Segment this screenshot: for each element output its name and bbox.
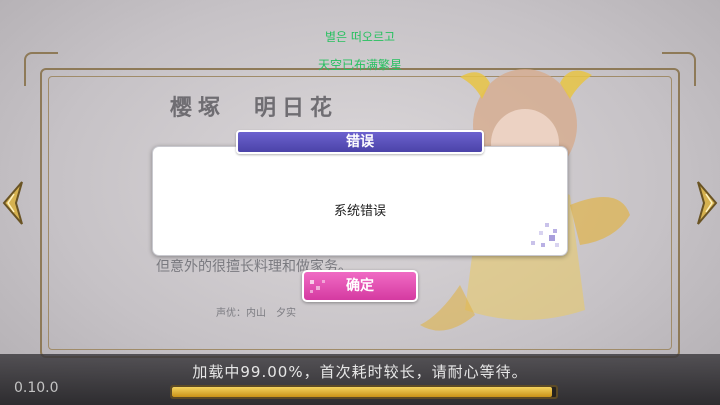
ornament-right-arrow-icon[interactable] xyxy=(692,178,720,228)
confirm-button-label: 确定 xyxy=(346,278,374,294)
character-name: 樱塚 明日花 xyxy=(170,95,339,121)
pixel-sparkle-icon xyxy=(310,280,325,293)
voice-actor-label: 声优：内山 夕实 xyxy=(216,308,296,319)
header-korean-text: 별은 떠오르고 xyxy=(324,30,396,44)
confirm-button[interactable]: 确定 xyxy=(302,270,418,302)
dialog-message: 系统错误 xyxy=(333,204,386,219)
loading-progress-track xyxy=(170,385,558,399)
loading-progress-fill xyxy=(172,387,553,397)
dialog-title: 错误 xyxy=(236,130,484,154)
version-label: 0.10.0 xyxy=(14,380,59,396)
loading-status-text: 加载中99.00%，首次耗时较长，请耐心等待。 xyxy=(192,363,528,381)
pixel-sparkle-icon xyxy=(531,223,559,247)
header-chinese-text: 天空已布满繁星 xyxy=(317,58,402,72)
ornament-left-arrow-icon[interactable] xyxy=(0,178,28,228)
